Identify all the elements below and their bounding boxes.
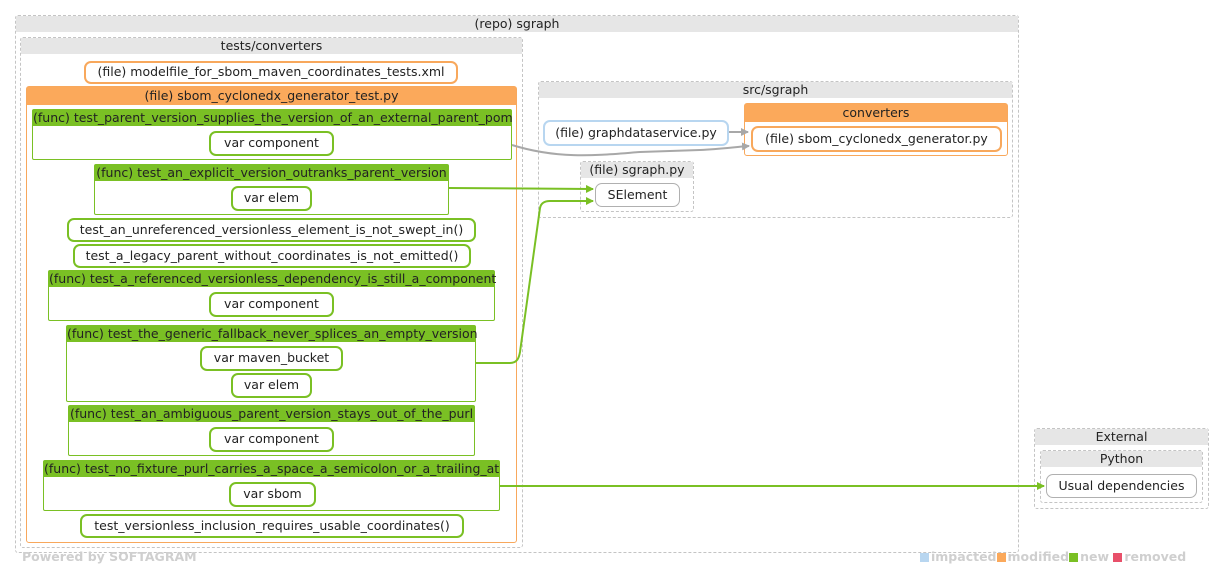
- edge-func1-to-selement: [448, 184, 594, 193]
- legend-modified-swatch: [996, 553, 1006, 562]
- powered-by: Powered by SOFTAGRAM: [22, 549, 197, 564]
- legend-impacted-swatch: [920, 553, 929, 562]
- edge-func-to-generator: [511, 142, 750, 157]
- legend-modified: modified: [996, 549, 1069, 564]
- edge-func3-to-selement: [476, 197, 594, 364]
- dependency-edges: [448, 128, 1045, 490]
- legend: impacted modified new removed: [920, 549, 1186, 564]
- legend-removed-swatch: [1113, 553, 1123, 562]
- legend-removed: removed: [1113, 549, 1186, 564]
- legend-impacted: impacted: [920, 549, 997, 564]
- legend-new-swatch: [1069, 553, 1079, 562]
- legend-new: new: [1069, 549, 1109, 564]
